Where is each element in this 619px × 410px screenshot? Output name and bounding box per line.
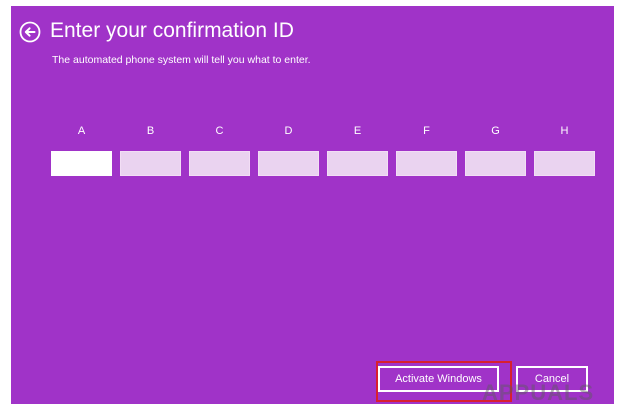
back-button[interactable] [19, 21, 41, 43]
activate-windows-button[interactable]: Activate Windows [378, 366, 499, 392]
confirmation-field-h[interactable] [534, 151, 595, 176]
confirmation-id-fields: A B C D E F G H [51, 124, 597, 184]
field-label-a: A [77, 125, 86, 137]
screenshot-stage: Enter your confirmation ID The automated… [0, 0, 619, 410]
field-label-c: C [215, 125, 224, 137]
confirmation-field-g[interactable] [465, 151, 526, 176]
cancel-button[interactable]: Cancel [516, 366, 588, 392]
field-label-d: D [284, 125, 293, 137]
field-group-g: G [465, 124, 526, 176]
field-label-g: G [491, 125, 500, 137]
field-label-b: B [146, 125, 155, 137]
field-label-e: E [353, 125, 362, 137]
field-group-b: B [120, 124, 181, 176]
confirmation-field-b[interactable] [120, 151, 181, 176]
field-group-a: A [51, 124, 112, 176]
confirmation-field-d[interactable] [258, 151, 319, 176]
confirmation-field-e[interactable] [327, 151, 388, 176]
field-group-e: E [327, 124, 388, 176]
field-label-h: H [560, 125, 569, 137]
page-title: Enter your confirmation ID [50, 19, 294, 42]
activation-dialog: Enter your confirmation ID The automated… [11, 6, 614, 404]
page-subtitle: The automated phone system will tell you… [52, 54, 311, 66]
confirmation-field-f[interactable] [396, 151, 457, 176]
field-group-d: D [258, 124, 319, 176]
field-group-h: H [534, 124, 595, 176]
confirmation-field-c[interactable] [189, 151, 250, 176]
field-group-c: C [189, 124, 250, 176]
confirmation-field-a[interactable] [51, 151, 112, 176]
field-group-f: F [396, 124, 457, 176]
back-arrow-circle-icon [19, 21, 41, 43]
field-label-f: F [423, 125, 430, 137]
